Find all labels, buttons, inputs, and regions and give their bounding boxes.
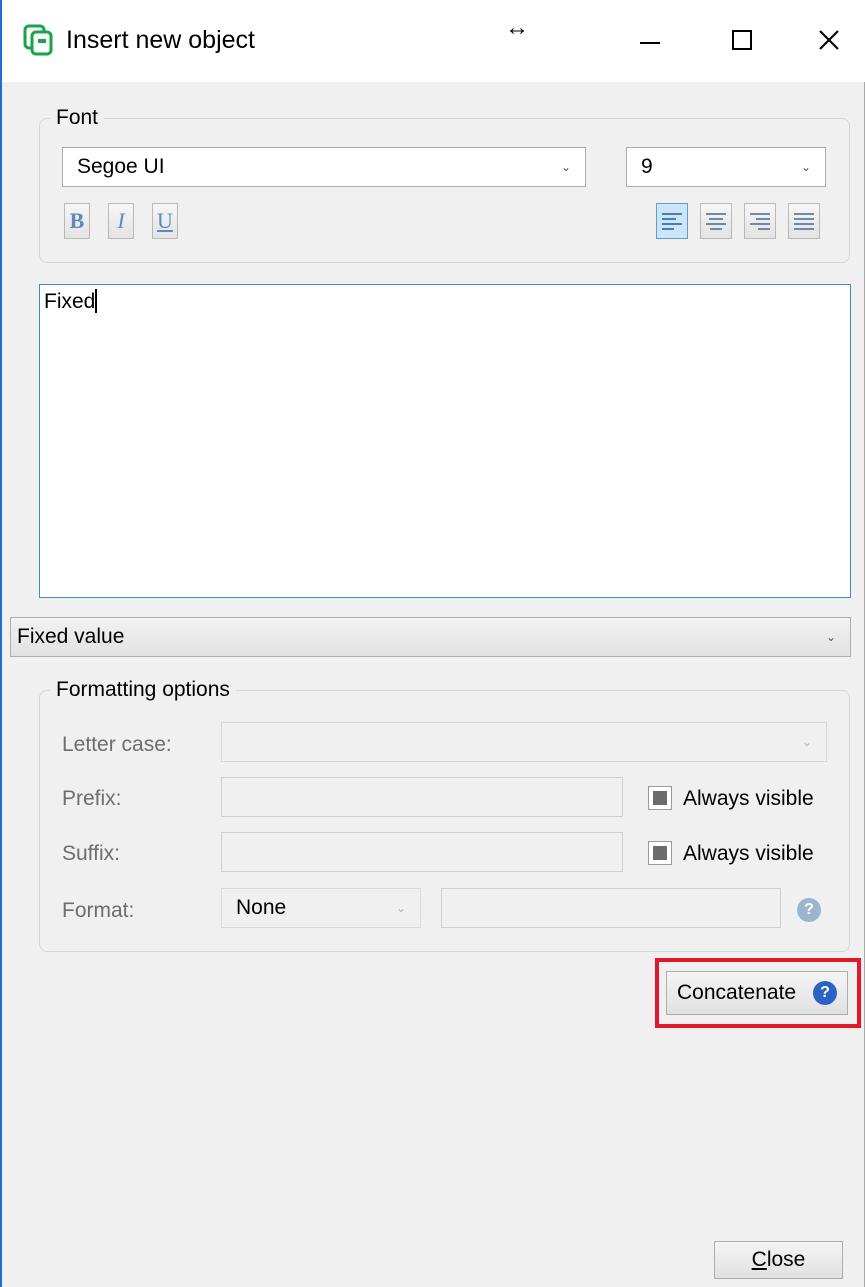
minimize-button[interactable] [620, 16, 680, 64]
maximize-icon [732, 30, 752, 50]
chevron-down-icon: ⌄ [825, 630, 836, 644]
value-source-select[interactable]: Fixed value ⌄ [10, 617, 851, 657]
close-window-button[interactable] [799, 16, 859, 64]
align-right-button[interactable] [744, 203, 776, 239]
prefix-always-visible-label: Always visible [683, 787, 814, 810]
bold-button[interactable]: B [64, 203, 90, 239]
font-group-label: Font [50, 105, 105, 131]
chevron-down-icon: ⌄ [800, 160, 811, 174]
align-left-icon [662, 213, 682, 230]
chevron-down-icon: ⌄ [560, 160, 571, 174]
align-right-icon [750, 213, 770, 230]
letter-case-select[interactable]: ⌄ [221, 722, 827, 762]
font-size-select[interactable]: 9 ⌄ [626, 147, 826, 187]
suffix-input[interactable] [221, 832, 623, 872]
align-center-icon [706, 213, 726, 230]
align-center-button[interactable] [700, 203, 732, 239]
font-size-value: 9 [641, 155, 653, 178]
horizontal-resize-icon: ↔ [505, 14, 529, 41]
value-source-value: Fixed value [17, 625, 125, 648]
underline-button[interactable]: U [152, 203, 178, 239]
format-type-value: None [236, 896, 287, 919]
minimize-icon [640, 42, 660, 44]
close-button[interactable]: Close [714, 1241, 843, 1279]
window-title: Insert new object [66, 26, 255, 54]
text-area-content: Fixed [44, 290, 96, 313]
app-logo-icon [22, 24, 54, 56]
close-label-rest: lose [766, 1248, 806, 1271]
text-caret [95, 289, 98, 313]
close-icon [819, 30, 839, 50]
suffix-always-visible-checkbox[interactable] [648, 841, 672, 865]
align-justify-icon [794, 213, 814, 230]
maximize-button[interactable] [712, 16, 772, 64]
chevron-down-icon: ⌄ [801, 735, 812, 749]
suffix-label: Suffix: [62, 842, 120, 865]
italic-button[interactable]: I [108, 203, 134, 239]
font-group: Font [39, 105, 850, 263]
font-family-value: Segoe UI [77, 155, 165, 178]
format-string-input[interactable] [441, 888, 781, 928]
align-left-button[interactable] [656, 203, 688, 239]
chevron-down-icon: ⌄ [395, 901, 406, 915]
prefix-label: Prefix: [62, 787, 122, 810]
letter-case-label: Letter case: [62, 733, 172, 756]
insert-object-dialog: Insert new object ↔ Font Segoe UI ⌄ 9 ⌄ … [0, 0, 865, 1287]
prefix-always-visible-checkbox[interactable] [648, 786, 672, 810]
highlight-box [655, 958, 861, 1028]
close-label-mnemonic: C [751, 1248, 767, 1271]
align-justify-button[interactable] [788, 203, 820, 239]
format-type-select[interactable]: None ⌄ [221, 888, 421, 928]
format-help-icon[interactable]: ? [797, 898, 821, 922]
title-bar[interactable]: Insert new object ↔ [2, 0, 865, 82]
font-family-select[interactable]: Segoe UI ⌄ [62, 147, 586, 187]
formatting-options-label: Formatting options [50, 677, 236, 703]
format-label: Format: [62, 899, 135, 922]
suffix-always-visible-label: Always visible [683, 842, 814, 865]
object-text-area[interactable]: Fixed [39, 284, 851, 598]
prefix-input[interactable] [221, 777, 623, 817]
